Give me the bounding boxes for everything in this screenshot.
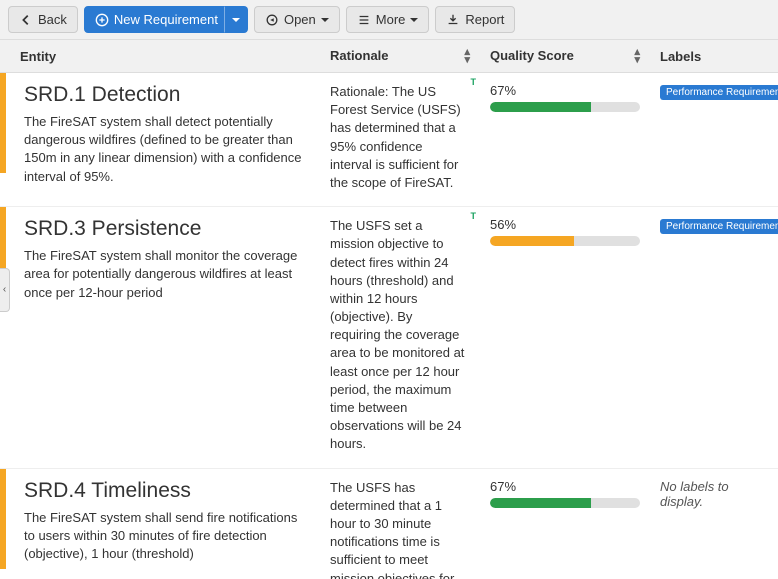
progress-bar bbox=[490, 102, 640, 112]
col-quality-header[interactable]: Quality Score ▴▾ bbox=[480, 40, 650, 73]
more-label: More bbox=[376, 12, 406, 27]
back-label: Back bbox=[38, 12, 67, 27]
entity-description: The FireSAT system shall send fire notif… bbox=[24, 509, 310, 564]
labels-cell: Performance Requirement bbox=[650, 207, 778, 468]
chevron-left-icon: ‹ bbox=[3, 284, 6, 295]
progress-fill bbox=[490, 498, 591, 508]
sort-icon[interactable]: ▴▾ bbox=[464, 48, 470, 64]
download-icon bbox=[446, 13, 460, 27]
entity-description: The FireSAT system shall monitor the cov… bbox=[24, 247, 310, 302]
new-requirement-button[interactable]: New Requirement bbox=[84, 6, 229, 33]
chevron-down-icon bbox=[321, 18, 329, 22]
chevron-down-icon bbox=[232, 18, 240, 22]
score-text: 56% bbox=[490, 217, 640, 232]
rationale-text: Rationale: The US Forest Service (USFS) … bbox=[330, 83, 466, 192]
score-text: 67% bbox=[490, 479, 640, 494]
status-bar bbox=[0, 468, 10, 579]
quality-cell: 67% bbox=[480, 73, 650, 207]
open-icon bbox=[265, 13, 279, 27]
rationale-text: The USFS set a mission objective to dete… bbox=[330, 217, 466, 453]
rationale-cell: T The USFS set a mission objective to det… bbox=[320, 207, 480, 468]
list-icon bbox=[357, 13, 371, 27]
progress-fill bbox=[490, 236, 574, 246]
status-bar bbox=[0, 73, 10, 207]
table-row[interactable]: SRD.4 Timeliness The FireSAT system shall… bbox=[0, 468, 778, 579]
quality-cell: 56% bbox=[480, 207, 650, 468]
sort-icon[interactable]: ▴▾ bbox=[634, 48, 640, 64]
collapse-sidebar-tab[interactable]: ‹ bbox=[0, 268, 10, 312]
toolbar: Back New Requirement Open More Report bbox=[0, 0, 778, 40]
plus-circle-icon bbox=[95, 13, 109, 27]
rationale-cell: The USFS has determined that a 1 hour to… bbox=[320, 468, 480, 579]
arrow-left-icon bbox=[19, 13, 33, 27]
col-rationale-header[interactable]: Rationale ▴▾ bbox=[320, 40, 480, 73]
labels-cell: No labels to display. bbox=[650, 468, 778, 579]
quality-cell: 67% bbox=[480, 468, 650, 579]
col-bar-header bbox=[0, 40, 10, 73]
label-pill[interactable]: Performance Requirement bbox=[660, 85, 778, 100]
entity-cell: SRD.1 Detection The FireSAT system shall … bbox=[10, 73, 320, 207]
report-label: Report bbox=[465, 12, 504, 27]
requirements-table: Entity Rationale ▴▾ Quality Score ▴▾ Lab… bbox=[0, 40, 778, 579]
status-bar bbox=[0, 207, 10, 468]
open-button[interactable]: Open bbox=[254, 6, 340, 33]
requirements-table-wrap: Entity Rationale ▴▾ Quality Score ▴▾ Lab… bbox=[0, 40, 778, 579]
trace-marker[interactable]: T bbox=[471, 77, 477, 87]
score-text: 67% bbox=[490, 83, 640, 98]
entity-cell: SRD.3 Persistence The FireSAT system shal… bbox=[10, 207, 320, 468]
entity-description: The FireSAT system shall detect potentia… bbox=[24, 113, 310, 186]
rationale-text: The USFS has determined that a 1 hour to… bbox=[330, 479, 466, 579]
col-entity-header[interactable]: Entity bbox=[10, 40, 320, 73]
labels-cell: Performance Requirement bbox=[650, 73, 778, 207]
entity-cell: SRD.4 Timeliness The FireSAT system shall… bbox=[10, 468, 320, 579]
table-row[interactable]: SRD.3 Persistence The FireSAT system shal… bbox=[0, 207, 778, 468]
progress-bar bbox=[490, 498, 640, 508]
label-pill[interactable]: Performance Requirement bbox=[660, 219, 778, 234]
new-requirement-label: New Requirement bbox=[114, 12, 218, 27]
entity-title[interactable]: SRD.3 Persistence bbox=[24, 217, 310, 241]
no-labels-text: No labels to display. bbox=[660, 479, 729, 509]
open-label: Open bbox=[284, 12, 316, 27]
back-button[interactable]: Back bbox=[8, 6, 78, 33]
col-labels-header[interactable]: Labels bbox=[650, 40, 778, 73]
new-requirement-dropdown[interactable] bbox=[224, 6, 248, 33]
progress-fill bbox=[490, 102, 591, 112]
trace-marker[interactable]: T bbox=[471, 211, 477, 221]
more-button[interactable]: More bbox=[346, 6, 430, 33]
chevron-down-icon bbox=[410, 18, 418, 22]
report-button[interactable]: Report bbox=[435, 6, 515, 33]
new-requirement-group: New Requirement bbox=[84, 6, 248, 33]
table-row[interactable]: SRD.1 Detection The FireSAT system shall … bbox=[0, 73, 778, 207]
entity-title[interactable]: SRD.1 Detection bbox=[24, 83, 310, 107]
progress-bar bbox=[490, 236, 640, 246]
rationale-cell: T Rationale: The US Forest Service (USFS)… bbox=[320, 73, 480, 207]
entity-title[interactable]: SRD.4 Timeliness bbox=[24, 479, 310, 503]
